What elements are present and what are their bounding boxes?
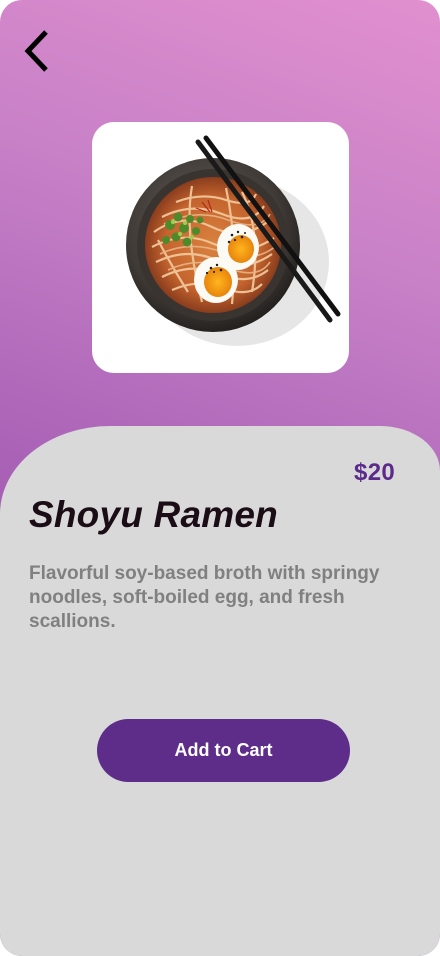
chevron-left-icon: [24, 30, 48, 72]
product-image-card: [92, 122, 349, 373]
product-detail-screen: $20 Shoyu Ramen Flavorful soy-based brot…: [0, 0, 440, 956]
product-description: Flavorful soy-based broth with springy n…: [29, 563, 380, 632]
product-price: $20: [354, 459, 395, 486]
ramen-bowl-image: [126, 135, 341, 346]
back-button[interactable]: [18, 26, 58, 76]
add-to-cart-button[interactable]: Add to Cart: [97, 719, 350, 782]
product-title: Shoyu Ramen: [29, 494, 278, 535]
